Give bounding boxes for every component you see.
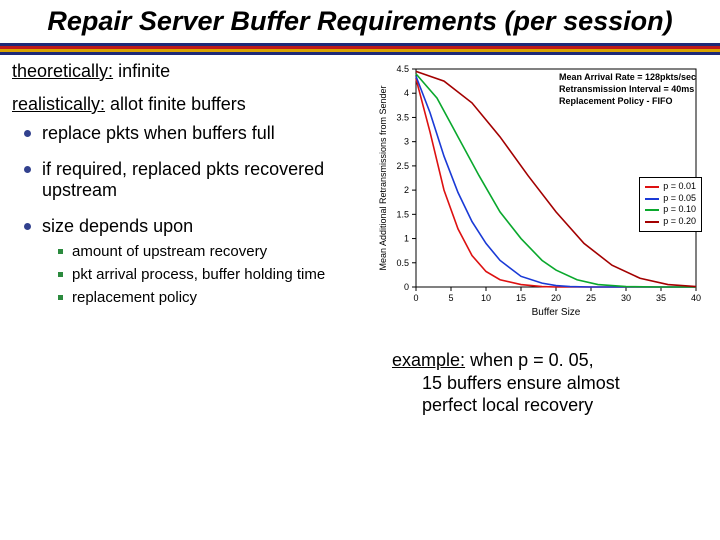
divider-rules	[0, 43, 720, 55]
example-label: example:	[392, 350, 465, 370]
svg-text:2: 2	[404, 185, 409, 195]
theoretical-line: theoretically: infinite	[12, 61, 368, 82]
svg-text:3.5: 3.5	[396, 112, 409, 122]
main-bullet-list: replace pkts when buffers full if requir…	[12, 123, 368, 308]
content-area: theoretically: infinite realistically: a…	[0, 55, 720, 417]
theoretical-value: infinite	[118, 61, 170, 81]
sub-bullet-item: pkt arrival process, buffer holding time	[58, 266, 368, 285]
svg-text:4.5: 4.5	[396, 64, 409, 74]
svg-text:2.5: 2.5	[396, 161, 409, 171]
svg-text:4: 4	[404, 88, 409, 98]
realistic-line: realistically: allot finite buffers	[12, 94, 368, 115]
svg-text:0.5: 0.5	[396, 258, 409, 268]
svg-text:30: 30	[621, 293, 631, 303]
svg-text:35: 35	[656, 293, 666, 303]
slide-title: Repair Server Buffer Requirements (per s…	[10, 6, 710, 37]
svg-text:10: 10	[481, 293, 491, 303]
left-column: theoretically: infinite realistically: a…	[12, 61, 374, 417]
retransmission-chart: 0 5 10 15 20 25 30 35 40 0 0.5 1 1.5 2 2.5 3 3.5 4 4.5 Buff…	[374, 61, 714, 321]
example-line3: perfect local recovery	[392, 394, 714, 417]
svg-text:0: 0	[404, 282, 409, 292]
bullet-item: size depends upon amount of upstream rec…	[24, 216, 368, 308]
svg-text:5: 5	[448, 293, 453, 303]
bullet-text: size depends upon	[42, 216, 193, 236]
sub-bullet-list: amount of upstream recovery pkt arrival …	[42, 243, 368, 307]
realistic-label: realistically:	[12, 94, 105, 114]
bullet-item: if required, replaced pkts recovered ups…	[24, 159, 368, 202]
right-column: 0 5 10 15 20 25 30 35 40 0 0.5 1 1.5 2 2.5 3 3.5 4 4.5 Buff…	[374, 61, 714, 417]
bullet-item: replace pkts when buffers full	[24, 123, 368, 145]
sub-bullet-item: replacement policy	[58, 289, 368, 308]
svg-text:Buffer Size: Buffer Size	[532, 307, 581, 318]
svg-text:1: 1	[404, 234, 409, 244]
realistic-value: allot finite buffers	[110, 94, 246, 114]
theoretical-label: theoretically:	[12, 61, 113, 81]
slide-title-block: Repair Server Buffer Requirements (per s…	[0, 0, 720, 41]
example-line1: when p = 0. 05,	[470, 350, 594, 370]
example-text: example: when p = 0. 05, 15 buffers ensu…	[374, 349, 714, 417]
svg-text:15: 15	[516, 293, 526, 303]
svg-text:0: 0	[413, 293, 418, 303]
svg-text:20: 20	[551, 293, 561, 303]
chart-info-box: Mean Arrival Rate = 128pkts/secRetransmi…	[559, 71, 696, 107]
sub-bullet-item: amount of upstream recovery	[58, 243, 368, 262]
svg-text:3: 3	[404, 137, 409, 147]
example-line2: 15 buffers ensure almost	[392, 372, 714, 395]
chart-legend: p = 0.01p = 0.05p = 0.10p = 0.20	[639, 177, 702, 232]
svg-text:1.5: 1.5	[396, 209, 409, 219]
svg-text:Mean Additional Retransmission: Mean Additional Retransmissions from Sen…	[378, 86, 388, 271]
svg-text:40: 40	[691, 293, 701, 303]
svg-text:25: 25	[586, 293, 596, 303]
